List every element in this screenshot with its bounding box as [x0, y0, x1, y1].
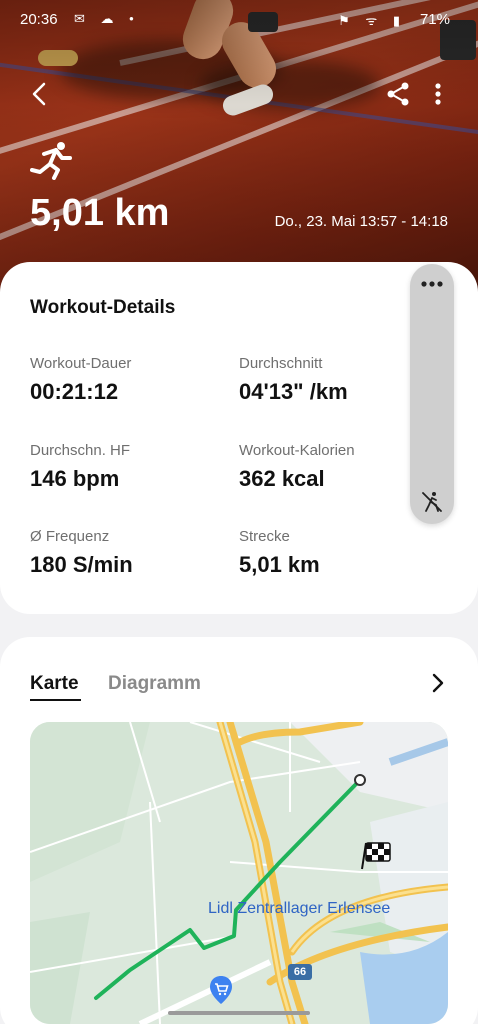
tab-indicator	[30, 699, 81, 701]
notification-icons: ✉ ☁ •	[74, 11, 140, 26]
workout-datetime: Do., 23. Mai 13:57 - 14:18	[274, 213, 448, 230]
share-icon[interactable]	[384, 80, 412, 108]
chevron-right-icon[interactable]	[426, 671, 450, 695]
tab-map[interactable]: Karte	[30, 673, 79, 695]
status-bar: 20:36 ✉ ☁ • ⚑ ᯤ ▮ 71%	[0, 8, 478, 32]
road-shield: 66	[288, 964, 312, 980]
finish-flag-icon	[361, 842, 391, 870]
metric-value-heart-rate: 146 bpm	[30, 466, 120, 491]
distance-title: 5,01 km	[30, 192, 170, 234]
route-map[interactable]: Lidl Zentrallager Erlensee 66	[30, 722, 448, 1024]
home-indicator[interactable]	[168, 1011, 310, 1015]
shopping-cart-pin-icon	[210, 976, 232, 1004]
metric-label-calories: Workout-Kalorien	[239, 442, 355, 459]
details-title: Workout-Details	[30, 297, 176, 318]
tab-diagram[interactable]: Diagramm	[108, 673, 201, 695]
map-place-label: Lidl Zentrallager Erlensee	[208, 900, 391, 917]
more-horiz-icon[interactable]	[418, 276, 446, 292]
metric-label-pace: Durchschnitt	[239, 355, 323, 372]
metric-label-duration: Workout-Dauer	[30, 355, 132, 372]
map-card: Karte Diagramm Lidl Zentrallager Erlense…	[0, 637, 478, 1024]
running-icon	[30, 142, 72, 180]
more-vert-icon[interactable]	[424, 80, 452, 108]
metric-value-duration: 00:21:12	[30, 379, 119, 404]
metric-value-calories: 362 kcal	[239, 466, 325, 491]
metric-label-heart-rate: Durchschn. HF	[30, 442, 131, 459]
floating-edge-panel[interactable]	[410, 264, 454, 524]
workout-details-card: Workout-Details Workout-Dauer 00:21:12 D…	[0, 262, 478, 614]
back-icon[interactable]	[24, 78, 56, 110]
metric-value-distance: 5,01 km	[239, 552, 320, 577]
metric-value-pace: 04'13" /km	[239, 379, 348, 404]
metric-label-cadence: Ø Frequenz	[30, 528, 110, 545]
metric-value-cadence: 180 S/min	[30, 552, 133, 577]
walking-off-icon[interactable]	[420, 490, 444, 514]
system-icons: ⚑ ᯤ ▮	[338, 13, 406, 28]
metric-label-distance: Strecke	[239, 528, 290, 545]
battery-level: 71%	[419, 11, 450, 28]
status-time: 20:36	[20, 11, 58, 28]
map-canvas	[30, 722, 448, 1024]
